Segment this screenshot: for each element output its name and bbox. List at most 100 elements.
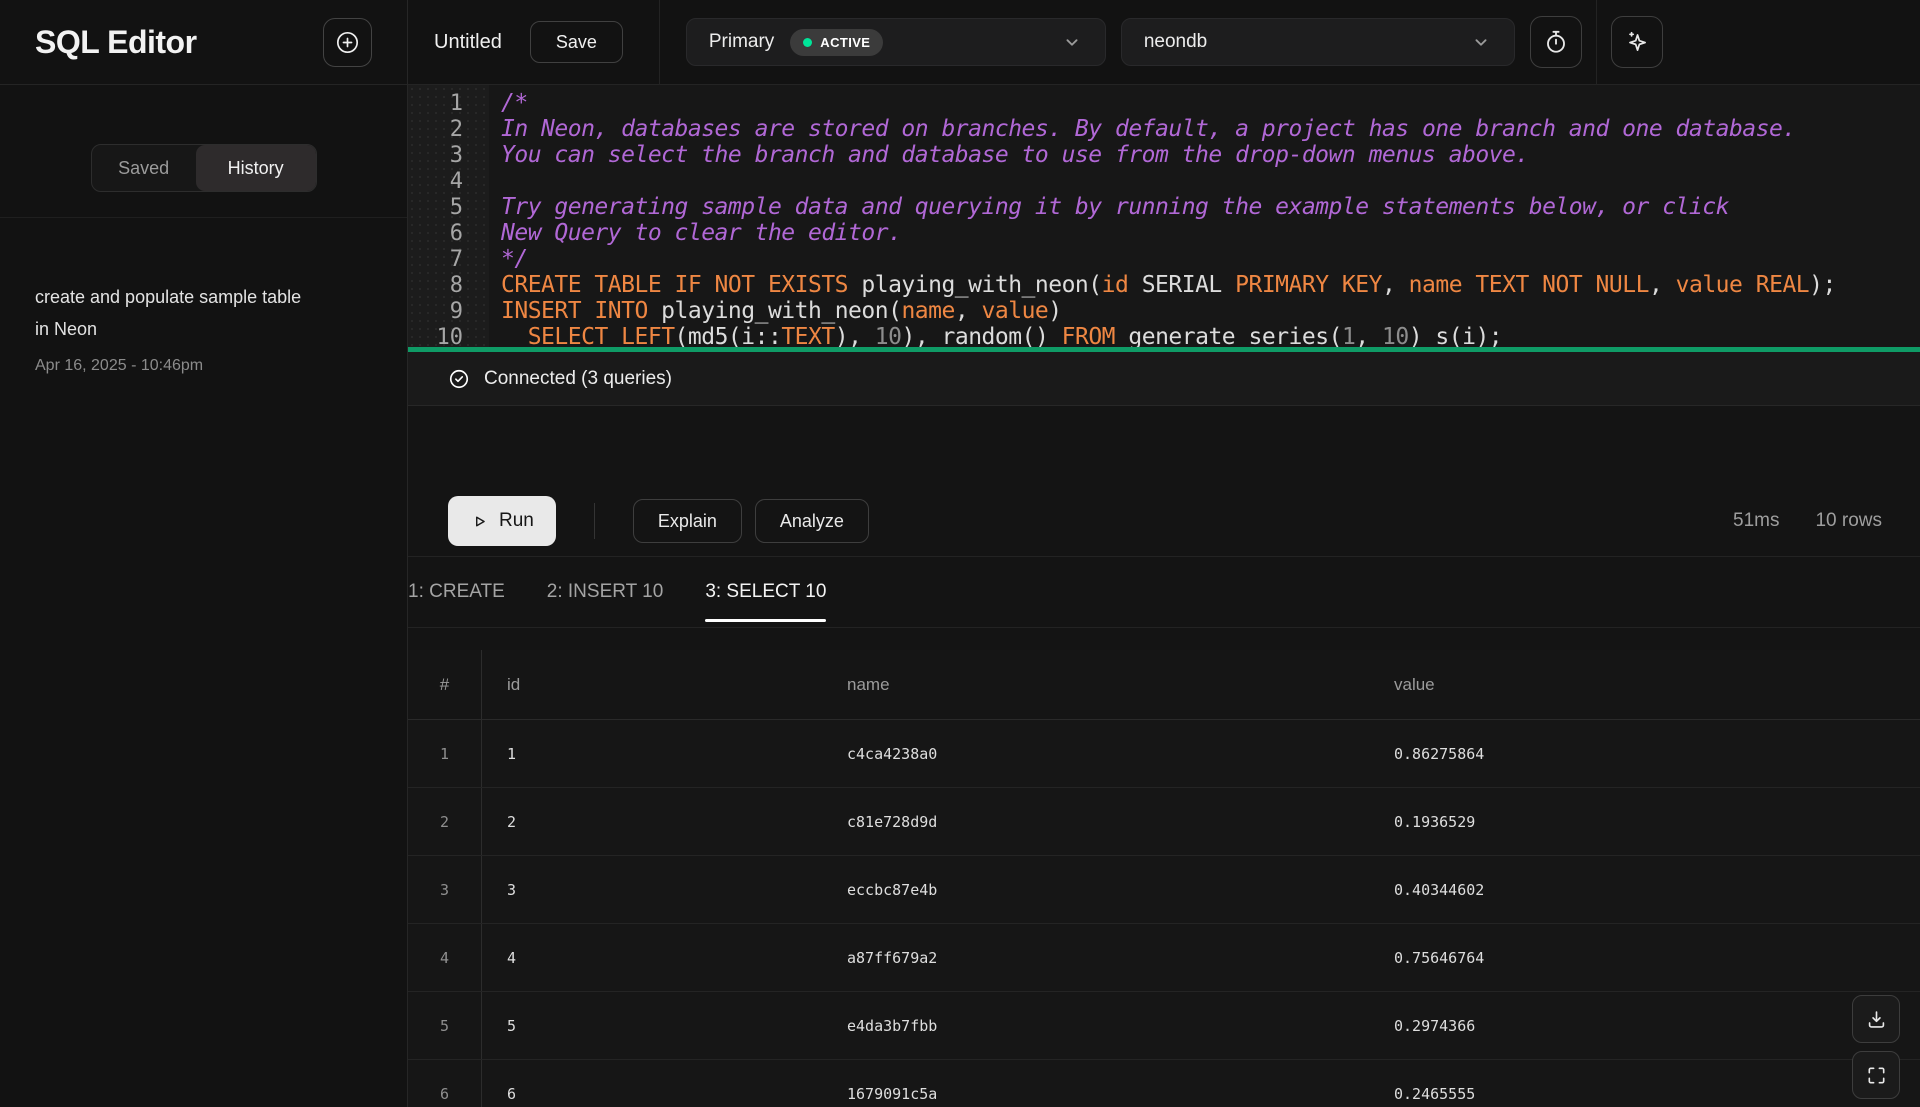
line-number: 2 (408, 117, 463, 142)
analyze-button[interactable]: Analyze (755, 499, 869, 543)
chevron-down-icon (1061, 31, 1083, 53)
sparkles-icon (1624, 29, 1650, 55)
line-number: 7 (408, 247, 463, 272)
code-text: Try generating sample data and querying … (501, 194, 1729, 220)
history-item-title: create and populate sample table in Neon (35, 281, 313, 345)
query-row-count: 10 rows (1815, 510, 1882, 532)
result-tabs: 1: CREATE 2: INSERT 10 3: SELECT 10 (408, 556, 1920, 628)
code-area: 1 /* 2 In Neon, databases are stored on bra… (408, 90, 1920, 347)
check-circle-icon (448, 368, 470, 390)
code-line: 5Try generating sample data and querying… (408, 194, 1920, 220)
fullscreen-button[interactable] (1852, 1051, 1900, 1099)
code-text: New Query to clear the editor. (501, 220, 901, 246)
table-row: 22c81e728d9d0.1936529 (408, 788, 1920, 856)
plus-circle-icon (334, 29, 361, 56)
table-cell: 2 (408, 788, 482, 855)
history-list: create and populate sample table in Neon… (0, 218, 407, 375)
result-tab-1[interactable]: 1: CREATE (408, 557, 505, 627)
editor-toolbar: Untitled Save Primary ACTIVE neondb (408, 0, 1920, 85)
download-results-button[interactable] (1852, 995, 1900, 1043)
table-cell: 4 (482, 924, 847, 991)
code-line: 8 CREATE TABLE IF NOT EXISTS playing_with… (408, 272, 1920, 298)
main-panel: Untitled Save Primary ACTIVE neondb (408, 0, 1920, 1107)
code-text: CREATE TABLE IF NOT EXISTS playing_with_… (501, 272, 1836, 298)
code-line: 3You can select the branch and database … (408, 142, 1920, 168)
database-name: neondb (1144, 31, 1207, 53)
stopwatch-icon (1543, 29, 1569, 55)
page-title: SQL Editor (35, 24, 197, 61)
column-header-value: value (1394, 650, 1920, 719)
code-line: 4 (408, 168, 1920, 194)
toolbar-divider (659, 0, 660, 85)
code-text: /* (501, 90, 528, 116)
sidebar: SQL Editor SavedHistory create and popul… (0, 0, 408, 1107)
table-cell: 0.1936529 (1394, 788, 1920, 855)
sidebar-tab-strip: SavedHistory (0, 85, 407, 218)
table-cell: 0.75646764 (1394, 924, 1920, 991)
branch-status-label: ACTIVE (820, 35, 870, 50)
new-query-button[interactable] (323, 18, 372, 67)
sidebar-tab-history[interactable]: History (196, 145, 316, 191)
sql-editor-app: SQL Editor SavedHistory create and popul… (0, 0, 1920, 1107)
code-text: SELECT LEFT(md5(i::TEXT), 10), random() … (501, 324, 1502, 347)
fullscreen-icon (1865, 1064, 1888, 1087)
table-cell: a87ff679a2 (847, 924, 1394, 991)
branch-select[interactable]: Primary ACTIVE (686, 18, 1106, 66)
line-number: 8 (408, 273, 463, 298)
table-cell: 1 (482, 720, 847, 787)
code-text: */ (501, 246, 528, 272)
code-text: INSERT INTO playing_with_neon(name, valu… (501, 298, 1062, 324)
run-button[interactable]: Run (448, 496, 556, 546)
save-button[interactable]: Save (530, 21, 623, 63)
line-number: 1 (408, 91, 463, 116)
toolbar-divider (1596, 0, 1597, 85)
table-row: 11c4ca4238a00.86275864 (408, 720, 1920, 788)
ai-assist-button[interactable] (1611, 16, 1663, 68)
database-select[interactable]: neondb (1121, 18, 1515, 66)
code-line: 7 */ (408, 246, 1920, 272)
line-number: 9 (408, 299, 463, 324)
column-header-row-number: # (408, 650, 482, 719)
sql-code-editor[interactable]: 1 /* 2 In Neon, databases are stored on bra… (408, 85, 1920, 347)
table-cell: 2 (482, 788, 847, 855)
results-table: #idnamevalue 11c4ca4238a00.8627586422c81… (408, 650, 1920, 1107)
query-duration: 51ms (1733, 510, 1779, 532)
play-icon (470, 512, 489, 531)
history-item-date: Apr 16, 2025 - 10:46pm (35, 357, 372, 375)
table-cell: c81e728d9d (847, 788, 1394, 855)
code-text: In Neon, databases are stored on branche… (501, 116, 1796, 142)
query-title: Untitled (434, 31, 502, 54)
run-label: Run (499, 510, 534, 532)
sidebar-tab-switcher: SavedHistory (91, 144, 317, 192)
query-stats: 51ms 10 rows (1733, 510, 1882, 532)
table-cell: e4da3b7fbb (847, 992, 1394, 1059)
code-line: 6New Query to clear the editor. (408, 220, 1920, 246)
download-icon (1865, 1008, 1888, 1031)
code-line: 2 In Neon, databases are stored on branch… (408, 116, 1920, 142)
explain-button[interactable]: Explain (633, 499, 742, 543)
actions-divider (594, 503, 595, 539)
sidebar-header: SQL Editor (0, 0, 407, 85)
table-row: 55e4da3b7fbb0.2974366 (408, 992, 1920, 1060)
table-cell: 0.86275864 (1394, 720, 1920, 787)
table-cell: 1679091c5a (847, 1060, 1394, 1107)
table-cell: 6 (482, 1060, 847, 1107)
sidebar-tab-saved[interactable]: Saved (92, 145, 196, 191)
table-cell: 5 (408, 992, 482, 1059)
line-number: 4 (408, 169, 463, 194)
result-tab-2[interactable]: 2: INSERT 10 (547, 557, 664, 627)
column-header-id: id (482, 650, 847, 719)
history-item[interactable]: create and populate sample table in Neon… (35, 281, 372, 375)
branch-name: Primary (709, 31, 774, 53)
code-text: You can select the branch and database t… (501, 142, 1529, 168)
table-cell: eccbc87e4b (847, 856, 1394, 923)
code-line: 9 INSERT INTO playing_with_neon(name, val… (408, 298, 1920, 324)
result-tab-3[interactable]: 3: SELECT 10 (705, 557, 826, 627)
connection-status-label: Connected (3 queries) (484, 368, 672, 390)
code-line: 1 /* (408, 90, 1920, 116)
table-cell: 5 (482, 992, 847, 1059)
table-cell: 4 (408, 924, 482, 991)
table-cell: 3 (482, 856, 847, 923)
query-timing-button[interactable] (1530, 16, 1582, 68)
column-header-name: name (847, 650, 1394, 719)
